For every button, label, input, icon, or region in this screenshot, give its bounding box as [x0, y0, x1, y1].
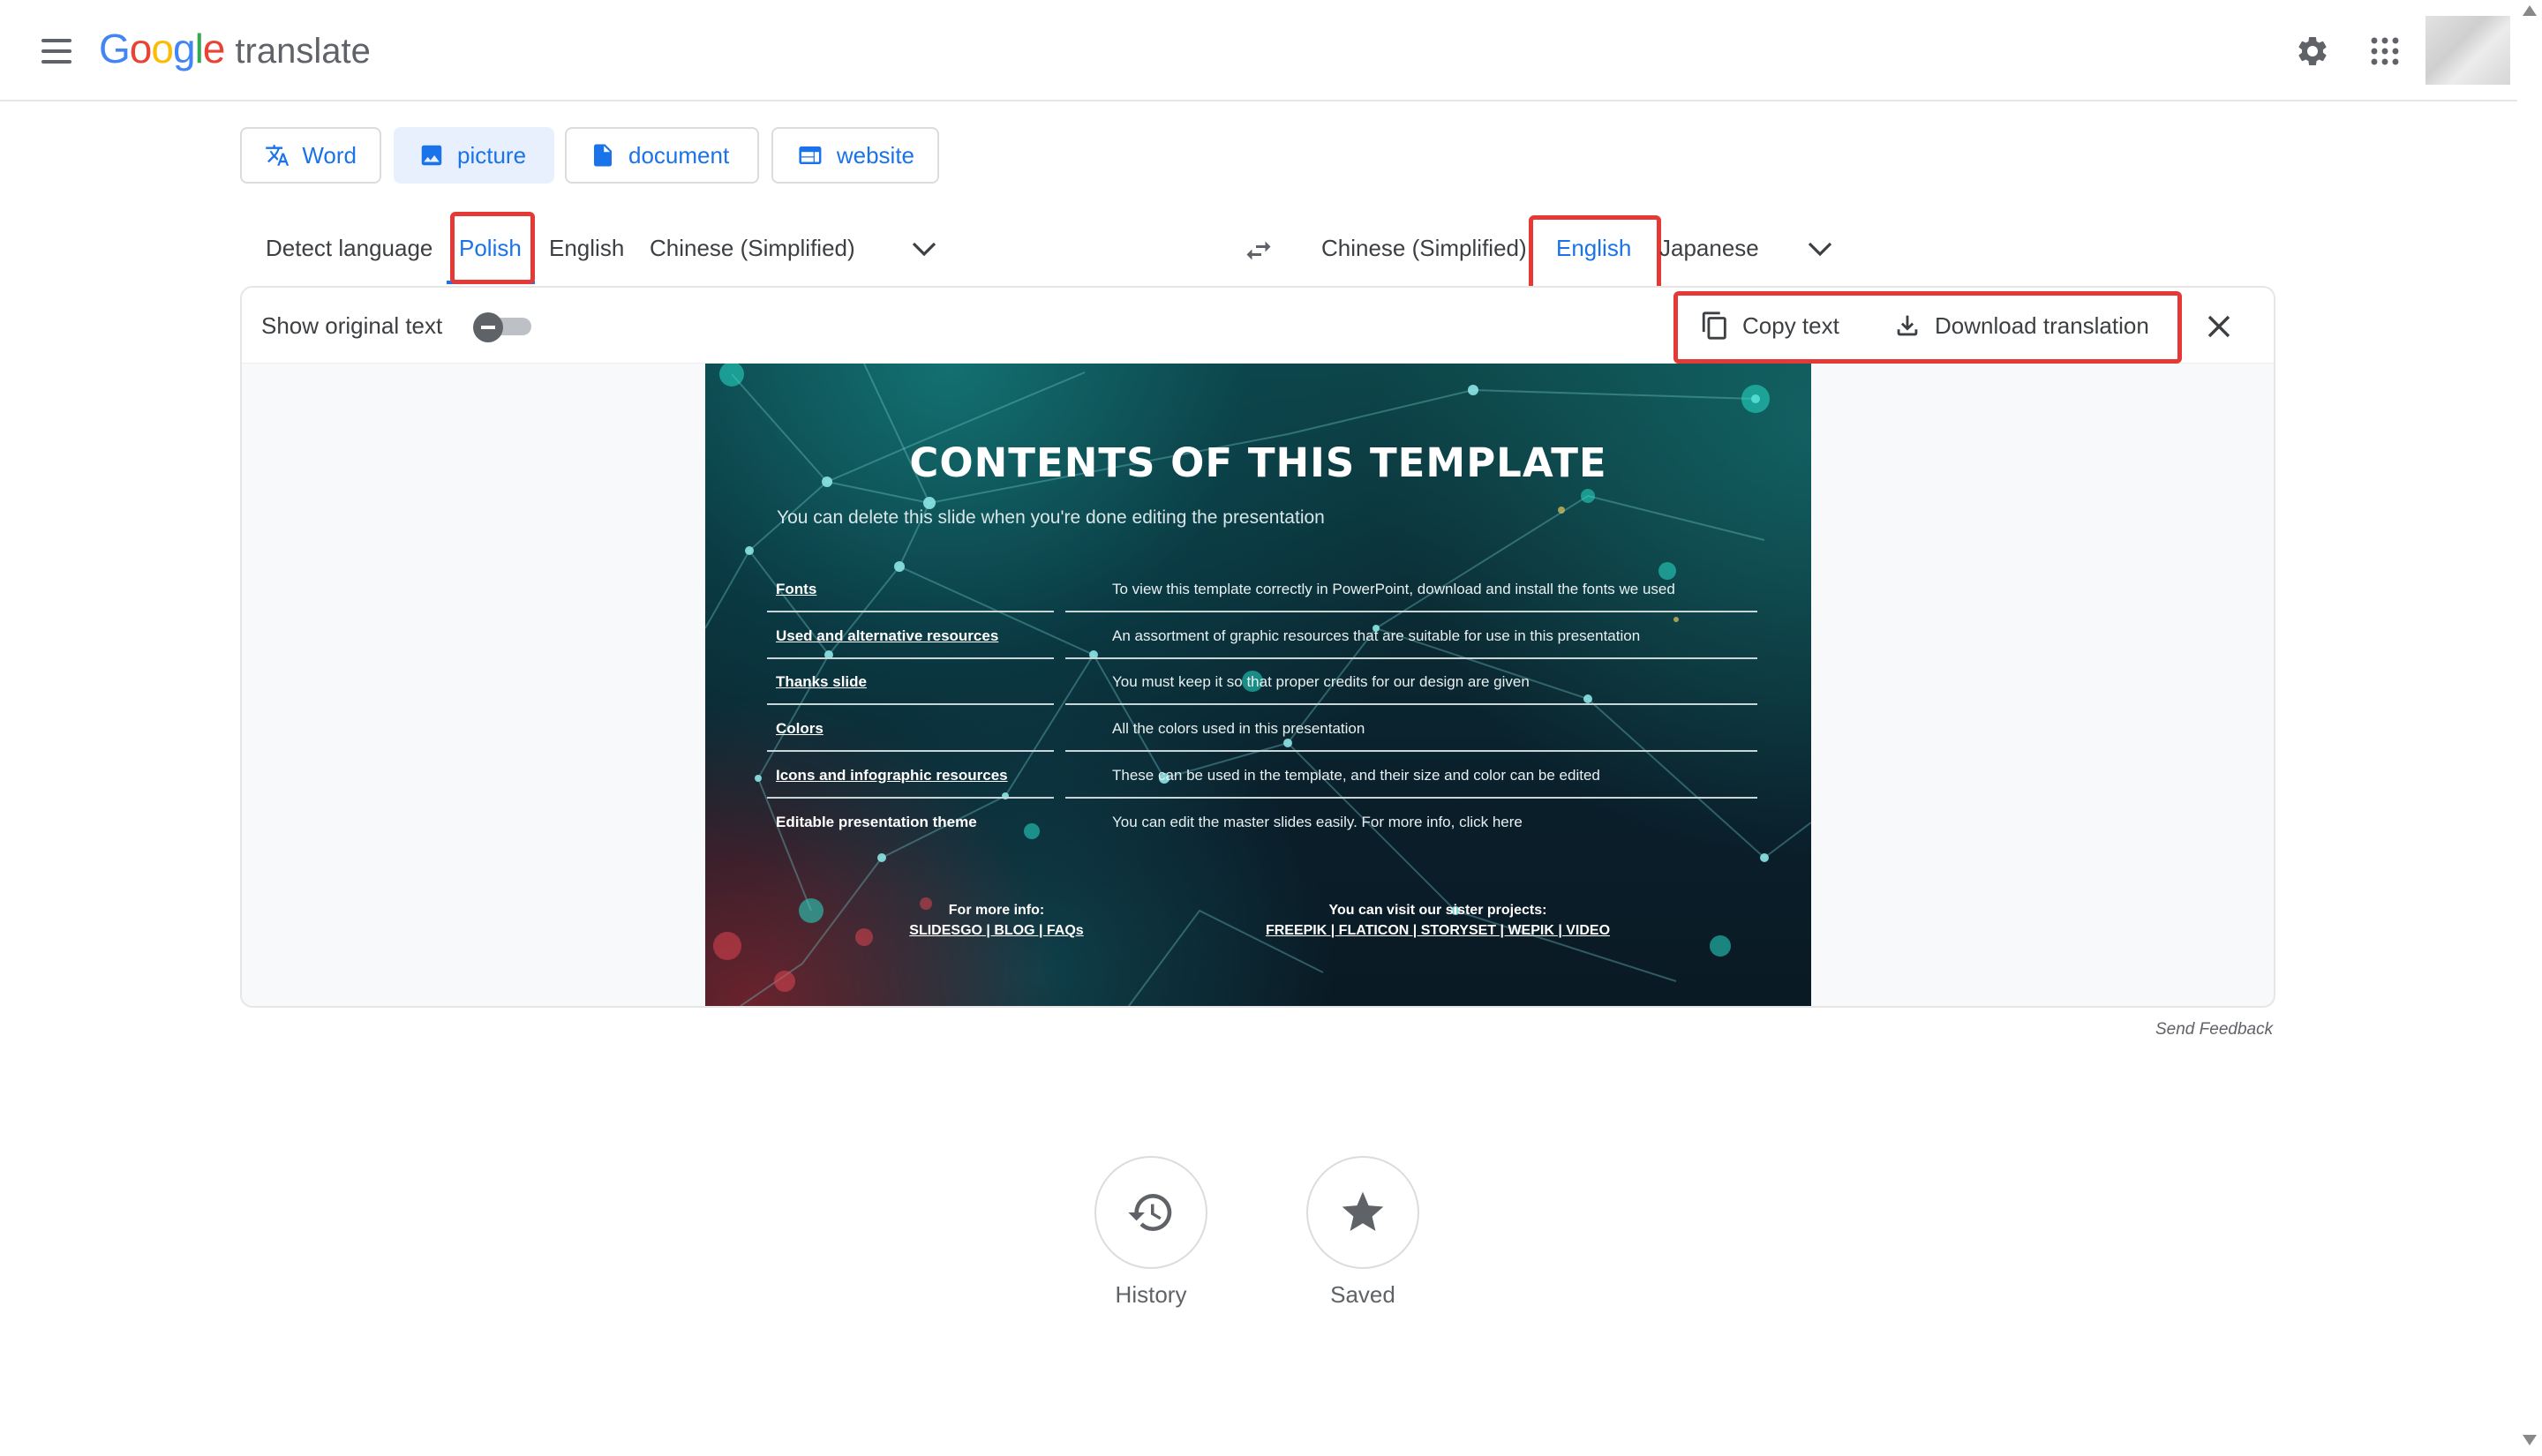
slide-row-divider — [1065, 657, 1757, 659]
target-lang-japanese[interactable]: Japanese — [1659, 235, 1759, 262]
google-wordmark: Google — [99, 25, 226, 72]
settings-button[interactable] — [2291, 30, 2334, 72]
slide-row: Thanks slide You must keep it so that pr… — [767, 668, 1757, 715]
history-button[interactable] — [1094, 1156, 1207, 1269]
main-menu-button[interactable] — [35, 30, 78, 72]
slide-row-divider — [767, 657, 1054, 659]
tab-picture-label: picture — [457, 141, 527, 169]
image-icon — [421, 145, 442, 166]
source-lang-more-button[interactable] — [906, 231, 942, 266]
tab-website[interactable]: website — [771, 127, 939, 184]
document-icon — [594, 144, 612, 167]
slide-row-key: Thanks slide — [776, 673, 867, 690]
saved-label: Saved — [1330, 1281, 1395, 1308]
scroll-down-arrow-icon[interactable] — [2523, 1435, 2537, 1445]
logo-letter: o — [129, 26, 153, 71]
slide-row: Icons and infographic resources These ca… — [767, 762, 1757, 808]
slide-footer-left-links: SLIDESGO | BLOG | FAQs — [909, 923, 1084, 938]
logo-letter: G — [99, 26, 131, 71]
slide-row: Fonts To view this template correctly in… — [767, 575, 1757, 622]
chevron-down-icon — [1808, 242, 1832, 257]
scroll-up-arrow-icon[interactable] — [2523, 5, 2537, 16]
slide-row-divider — [1065, 750, 1757, 752]
logo-letter: g — [172, 26, 196, 71]
slide-row-divider — [1065, 797, 1757, 799]
slide-footer-left: For more info: SLIDESGO | BLOG | FAQs — [891, 900, 1102, 941]
slide-footer-right: You can visit our sister projects: FREEP… — [1235, 900, 1641, 941]
swap-arrows-icon — [1246, 241, 1271, 260]
menu-icon-bar — [41, 39, 71, 42]
star-icon — [1342, 1191, 1384, 1231]
history-label: History — [1115, 1281, 1187, 1308]
chevron-down-icon — [912, 242, 936, 257]
slide-footer-right-links: FREEPIK | FLATICON | STORYSET | WEPIK | … — [1265, 923, 1611, 938]
google-translate-logo[interactable]: Google translate — [99, 25, 371, 78]
translate-wordmark: translate — [235, 32, 371, 71]
gear-icon — [2298, 36, 2327, 65]
slide-row-value: All the colors used in this presentation — [1112, 720, 1365, 737]
highlight-box-polish — [450, 212, 535, 284]
close-icon — [2207, 315, 2230, 338]
target-lang-chinese[interactable]: Chinese (Simplified) — [1321, 235, 1527, 262]
send-feedback-link[interactable]: Send Feedback — [2155, 1020, 2273, 1039]
slide-row-divider — [767, 797, 1054, 799]
tab-website-label: website — [836, 141, 914, 169]
slide-row-value: You must keep it so that proper credits … — [1112, 673, 1530, 690]
slide-row-key: Editable presentation theme — [776, 814, 977, 830]
slide-row-divider — [767, 703, 1054, 705]
apps-button[interactable] — [2364, 30, 2406, 72]
tab-document[interactable]: document — [565, 127, 759, 184]
tab-picture[interactable]: picture — [394, 127, 554, 184]
slide-subtitle: You can delete this slide when you're do… — [777, 507, 1325, 528]
account-avatar[interactable] — [2425, 16, 2510, 85]
slide-row-value: To view this template correctly in Power… — [1112, 581, 1675, 597]
translate-page: Google translate Word picture document w… — [0, 0, 2542, 1456]
close-button[interactable] — [2200, 307, 2238, 346]
slide-row-value: These can be used in the template, and t… — [1112, 767, 1600, 784]
source-lang-chinese[interactable]: Chinese (Simplified) — [650, 235, 855, 262]
translated-image: CONTENTS OF THIS TEMPLATE You can delete… — [705, 364, 1811, 1006]
slide-row-divider — [1065, 703, 1757, 705]
swap-languages-button[interactable] — [1237, 229, 1280, 272]
page-scrollbar[interactable] — [2517, 0, 2542, 1456]
source-lang-detect[interactable]: Detect language — [266, 235, 432, 262]
slide-row: Editable presentation theme You can edit… — [767, 808, 1757, 855]
tab-document-label: document — [628, 141, 730, 169]
tab-word[interactable]: Word — [240, 127, 381, 184]
slide-footer-left-title: For more info: — [948, 903, 1045, 918]
slide-row: Colors All the colors used in this prese… — [767, 715, 1757, 762]
slide-row-divider — [767, 611, 1054, 612]
slide-row-key: Fonts — [776, 581, 817, 597]
translate-icon — [266, 145, 290, 166]
website-icon — [799, 146, 822, 164]
target-lang-more-button[interactable] — [1802, 231, 1838, 266]
source-lang-english[interactable]: English — [549, 235, 624, 262]
slide-row-key: Used and alternative resources — [776, 627, 999, 644]
saved-button[interactable] — [1306, 1156, 1419, 1269]
slide-row-divider — [767, 750, 1054, 752]
menu-icon-bar — [41, 49, 71, 53]
slide-row-key: Colors — [776, 720, 824, 737]
apps-grid-icon — [2371, 37, 2399, 65]
slide-title: CONTENTS OF THIS TEMPLATE — [909, 439, 1607, 486]
history-icon — [1128, 1194, 1172, 1231]
highlight-box-english — [1529, 215, 1661, 291]
slide-row-key: Icons and infographic resources — [776, 767, 1008, 784]
minus-icon — [481, 326, 495, 329]
slide-row-divider — [1065, 611, 1757, 612]
toggle-knob — [473, 312, 503, 342]
tab-word-label: Word — [302, 141, 357, 169]
slide-row: Used and alternative resources An assort… — [767, 622, 1757, 669]
slide-row-value: You can edit the master slides easily. F… — [1112, 814, 1523, 830]
show-original-toggle[interactable] — [473, 312, 531, 342]
logo-letter: l — [194, 26, 204, 71]
top-bar: Google translate — [0, 0, 2517, 101]
menu-icon-bar — [41, 60, 71, 64]
highlight-box-actions — [1673, 291, 2182, 364]
slide-footer-right-title: You can visit our sister projects: — [1328, 903, 1547, 918]
logo-letter: o — [151, 26, 174, 71]
slide-row-value: An assortment of graphic resources that … — [1112, 627, 1641, 644]
logo-letter: e — [202, 26, 226, 71]
show-original-label: Show original text — [261, 312, 443, 339]
